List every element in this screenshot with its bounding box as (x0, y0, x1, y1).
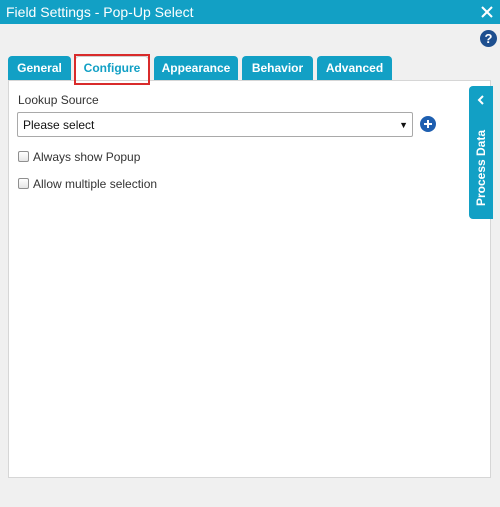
dropdown-arrow-icon: ▼ (399, 120, 408, 130)
tab-configure[interactable]: Configure (75, 56, 149, 81)
chevron-left-icon[interactable] (475, 94, 487, 106)
always-show-popup-checkbox[interactable] (18, 151, 29, 162)
lookup-source-value: Please select (23, 118, 95, 132)
configure-panel (8, 80, 491, 478)
plus-circle-icon[interactable] (420, 116, 436, 132)
help-icon[interactable]: ? (480, 30, 497, 47)
title-bar: Field Settings - Pop-Up Select (0, 0, 500, 24)
process-data-label: Process Data (474, 129, 488, 207)
close-icon[interactable] (478, 3, 496, 21)
allow-multiple-selection-label: Allow multiple selection (33, 177, 158, 191)
allow-multiple-selection-checkbox[interactable] (18, 178, 29, 189)
process-data-tab[interactable]: Process Data (469, 86, 493, 219)
window-title: Field Settings - Pop-Up Select (6, 4, 194, 20)
allow-multiple-selection-option[interactable]: Allow multiple selection (18, 177, 158, 191)
dialog-footer (0, 478, 500, 507)
tab-general[interactable]: General (8, 56, 71, 80)
lookup-source-label: Lookup Source (18, 93, 99, 107)
tab-advanced[interactable]: Advanced (317, 56, 392, 80)
tab-appearance[interactable]: Appearance (154, 56, 238, 80)
tab-behavior[interactable]: Behavior (242, 56, 313, 80)
always-show-popup-label: Always show Popup (33, 150, 141, 164)
always-show-popup-option[interactable]: Always show Popup (18, 150, 148, 164)
lookup-source-select[interactable]: Please select ▼ (17, 112, 413, 137)
